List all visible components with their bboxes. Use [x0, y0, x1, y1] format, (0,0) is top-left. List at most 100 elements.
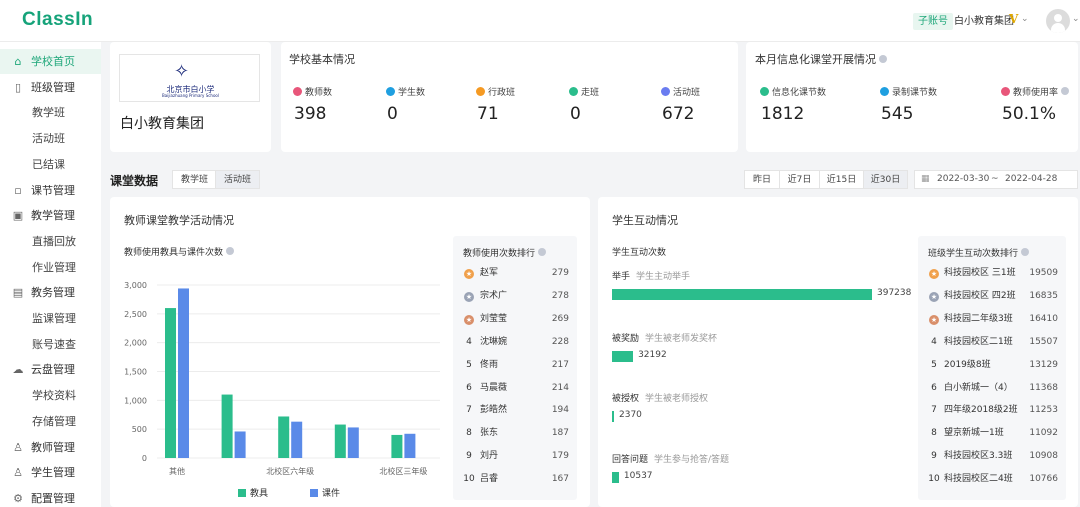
sidebar-item-10[interactable]: 监课管理	[0, 306, 101, 331]
stat-value: 71	[477, 104, 499, 124]
rank-row[interactable]: 8 张东 187	[463, 425, 569, 441]
rank-row[interactable]: ★ 科技园校区 三1班 19509	[928, 265, 1058, 281]
rank-name: 科技园校区二1班	[944, 336, 1013, 347]
range-30-days[interactable]: 近30日	[863, 170, 908, 189]
interaction-bar[interactable]	[612, 411, 614, 422]
tab-teaching-class[interactable]: 教学班	[172, 170, 218, 189]
rank-row[interactable]: ★ 宗术广 278	[463, 288, 569, 304]
sidebar-item-9[interactable]: ▤ 教务管理	[0, 280, 101, 305]
legend-item[interactable]: 教具	[238, 486, 268, 499]
help-icon[interactable]	[879, 55, 887, 63]
rank-row[interactable]: ★ 赵军 279	[463, 265, 569, 281]
sidebar-item-8[interactable]: 作业管理	[0, 255, 101, 280]
sidebar-item-label: 学校首页	[31, 55, 75, 68]
interaction-bar[interactable]	[612, 351, 634, 362]
sidebar-item-1[interactable]: ▯ 班级管理	[0, 75, 101, 100]
sidebar-item-14[interactable]: 存储管理	[0, 409, 101, 434]
rank-row[interactable]: 9 刘丹 179	[463, 448, 569, 464]
sidebar-item-17[interactable]: ⚙ 配置管理	[0, 486, 101, 507]
bar-课件-3[interactable]	[347, 427, 359, 458]
y-tick-label: 2,000	[124, 339, 147, 348]
help-icon[interactable]	[226, 247, 235, 255]
bar-课件-2[interactable]	[291, 421, 303, 458]
chevron-down-icon[interactable]: ⌄	[1072, 14, 1080, 24]
bar-教具-0[interactable]	[165, 308, 176, 458]
bar-课件-1[interactable]	[234, 431, 246, 458]
bar-课件-0[interactable]	[178, 288, 189, 458]
sidebar-item-16[interactable]: ♙ 学生管理	[0, 460, 101, 485]
basic-info-title: 学校基本情况	[289, 53, 355, 66]
date-range-picker[interactable]: ▦ 2022-03-30 ~ 2022-04-28	[914, 170, 1078, 189]
sidebar-item-label: 作业管理	[32, 260, 76, 274]
rank-row[interactable]: 6 白小新城一（4） 11368	[928, 380, 1058, 396]
rank-row[interactable]: ★ 刘莹莹 269	[463, 311, 569, 327]
rank-row[interactable]: ★ 科技园校区 四2班 16835	[928, 288, 1058, 304]
help-icon[interactable]	[1061, 87, 1070, 95]
date-end: 2022-04-28	[1005, 174, 1058, 184]
rank-row[interactable]: ★ 科技园二年级3班 16410	[928, 311, 1058, 327]
rank-row[interactable]: 10 科技园校区二4班 10766	[928, 471, 1058, 487]
sidebar-item-15[interactable]: ♙ 教师管理	[0, 435, 101, 460]
range-yesterday[interactable]: 昨日	[744, 170, 780, 189]
stat-dot-icon	[569, 87, 578, 96]
medal-icon: ★	[464, 291, 474, 302]
stat-label: 行政班	[476, 85, 515, 98]
bar-教具-3[interactable]	[334, 424, 346, 458]
rank-row[interactable]: 4 沈琳婉 228	[463, 334, 569, 350]
sidebar-item-2[interactable]: 教学班	[0, 100, 101, 125]
sidebar-item-3[interactable]: 活动班	[0, 126, 101, 151]
rank-row[interactable]: 4 科技园校区二1班 15507	[928, 334, 1058, 350]
vip-icon: V	[1009, 12, 1019, 26]
range-7-days[interactable]: 近7日	[779, 170, 820, 189]
org-switcher[interactable]: 白小教育集团	[954, 13, 1014, 30]
chevron-down-icon[interactable]: ⌄	[1021, 14, 1029, 24]
rank-name: 望京新城一1班	[944, 428, 1004, 439]
sidebar-item-4[interactable]: 已结课	[0, 152, 101, 177]
rank-row[interactable]: 8 望京新城一1班 11092	[928, 425, 1058, 441]
sidebar-item-0[interactable]: ⌂ 学校首页	[0, 49, 101, 74]
range-15-days[interactable]: 近15日	[819, 170, 864, 189]
app-logo[interactable]: ClassIn	[22, 9, 93, 31]
tab-activity-class[interactable]: 活动班	[215, 170, 261, 189]
avatar[interactable]	[1046, 9, 1070, 33]
rank-row[interactable]: 5 2019级8班 13129	[928, 357, 1058, 373]
help-icon[interactable]	[1021, 248, 1030, 256]
rank-row[interactable]: 9 科技园校区3.3班 10908	[928, 448, 1058, 464]
bar-课件-4[interactable]	[404, 433, 416, 458]
rank-name: 宗术广	[480, 290, 508, 301]
rank-row[interactable]: 7 四年级2018级2班 11253	[928, 402, 1058, 418]
rank-name: 科技园校区3.3班	[944, 451, 1013, 462]
rank-name: 赵军	[480, 268, 499, 278]
rank-value: 279	[551, 268, 569, 278]
teacher-ranking-title: 教师使用次数排行	[463, 246, 547, 259]
sidebar-item-13[interactable]: 学校资料	[0, 383, 101, 408]
rank-name: 吕睿	[480, 474, 499, 485]
stat-value: 672	[662, 104, 695, 124]
sidebar-item-label: 学校资料	[32, 389, 76, 403]
rank-row[interactable]: 6 马晨薇 214	[463, 380, 569, 396]
sidebar: ⌂ 学校首页 ▯ 班级管理 教学班 活动班 已结课 ▫ 课节管理 ▣ 教学管理 直播回放作业管理 ▤ 教务…	[0, 42, 101, 507]
bar-教具-1[interactable]	[221, 394, 233, 458]
sidebar-item-6[interactable]: ▣ 教学管理	[0, 203, 101, 228]
sidebar-item-7[interactable]: 直播回放	[0, 229, 101, 254]
rank-row[interactable]: 7 彭皓然 194	[463, 402, 569, 418]
sidebar-item-12[interactable]: ☁ 云盘管理	[0, 357, 101, 382]
interaction-label: 被奖励 学生被老师发奖杯	[612, 331, 717, 344]
rank-number: 9	[931, 451, 937, 462]
interaction-bar[interactable]	[612, 472, 619, 483]
rank-row[interactable]: 5 佟雨 217	[463, 357, 569, 373]
student-icon: ♙	[13, 466, 23, 480]
rank-number: ★	[463, 265, 475, 281]
rank-row[interactable]: 10 吕睿 167	[463, 471, 569, 487]
rank-number: 4	[466, 336, 472, 347]
rank-name: 刘莹莹	[480, 313, 508, 324]
class-ranking-title: 班级学生互动次数排行	[928, 246, 1030, 259]
legend-item[interactable]: 课件	[310, 486, 340, 499]
bar-教具-4[interactable]	[391, 434, 403, 458]
help-icon[interactable]	[538, 248, 547, 256]
rank-number: 5	[931, 359, 937, 370]
sidebar-item-5[interactable]: ▫ 课节管理	[0, 178, 101, 203]
interaction-bar[interactable]	[612, 289, 872, 300]
sidebar-item-11[interactable]: 账号速查	[0, 332, 101, 357]
bar-教具-2[interactable]	[278, 416, 290, 458]
